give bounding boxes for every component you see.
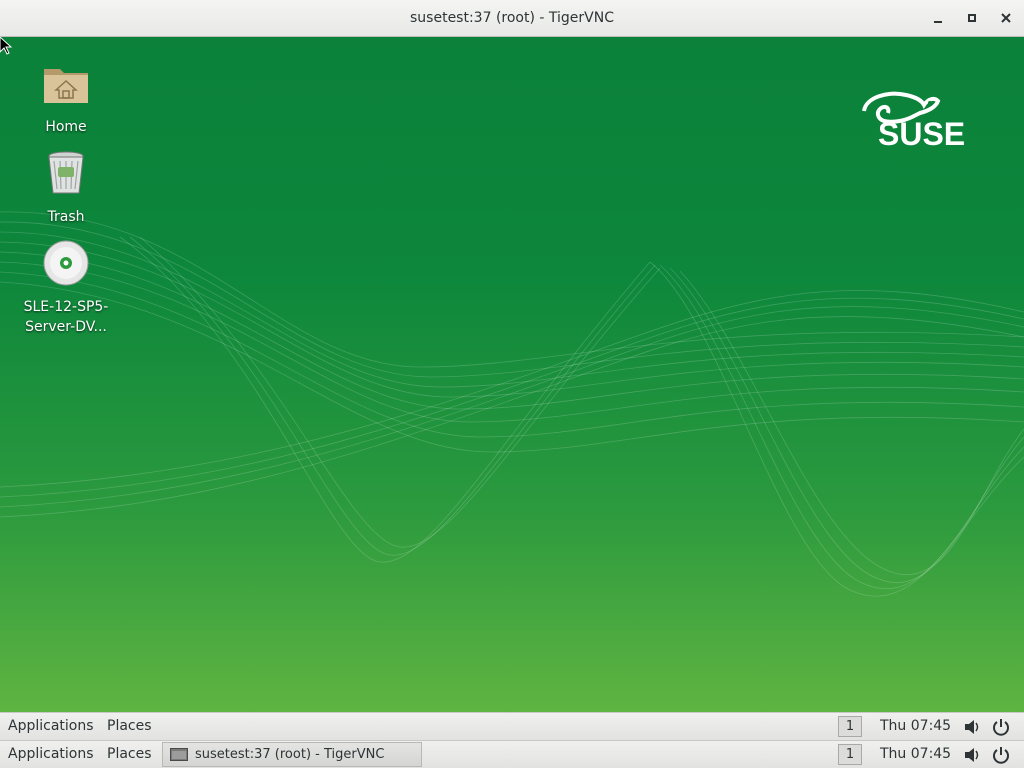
workspace-switcher[interactable]: 1 [838,716,862,737]
taskbar-button-label: susetest:37 (root) - TigerVNC [195,747,385,762]
suse-logo-text: SUSE [878,116,965,149]
dvd-label: SLE-12-SP5-Server-DV... [23,299,109,335]
applications-menu-bottom[interactable]: Applications [8,741,94,768]
maximize-icon [968,14,976,22]
close-button[interactable] [994,6,1018,30]
workspace-switcher-bottom[interactable]: 1 [838,744,862,765]
clock[interactable]: Thu 07:45 [880,713,951,739]
home-label: Home [45,119,87,135]
minimize-button[interactable] [926,6,950,30]
volume-icon-bottom[interactable] [963,746,981,764]
taskbar-button-tigervnc[interactable]: susetest:37 (root) - TigerVNC [162,742,422,767]
desktop-icon-home[interactable]: Home [21,59,111,137]
close-icon [1001,13,1011,23]
desktop[interactable]: Home Trash SLE-12-SP5-Server-DV... SUSE [0,37,1024,712]
volume-icon[interactable] [963,718,981,736]
power-icon[interactable] [992,718,1010,736]
places-menu[interactable]: Places [107,713,152,740]
maximize-button[interactable] [960,6,984,30]
mouse-cursor-icon [0,37,12,55]
dvd-icon [43,240,89,286]
vnc-titlebar[interactable]: susetest:37 (root) - TigerVNC [0,0,1024,37]
trash-icon [48,151,84,194]
bottom-panel: Applications Places susetest:37 (root) -… [0,740,1024,768]
power-icon-bottom[interactable] [992,746,1010,764]
desktop-icon-dvd[interactable]: SLE-12-SP5-Server-DV... [21,239,111,337]
window-icon [170,748,188,761]
clock-bottom[interactable]: Thu 07:45 [880,741,951,767]
trash-label: Trash [47,209,85,225]
window-title: susetest:37 (root) - TigerVNC [410,10,614,26]
applications-menu[interactable]: Applications [8,713,94,740]
places-menu-bottom[interactable]: Places [107,741,152,768]
desktop-icon-trash[interactable]: Trash [21,149,111,227]
top-panel: Applications Places 1 Thu 07:45 [0,712,1024,740]
suse-logo: SUSE [862,91,965,149]
home-folder-icon [44,69,88,103]
minimize-icon [934,21,942,23]
